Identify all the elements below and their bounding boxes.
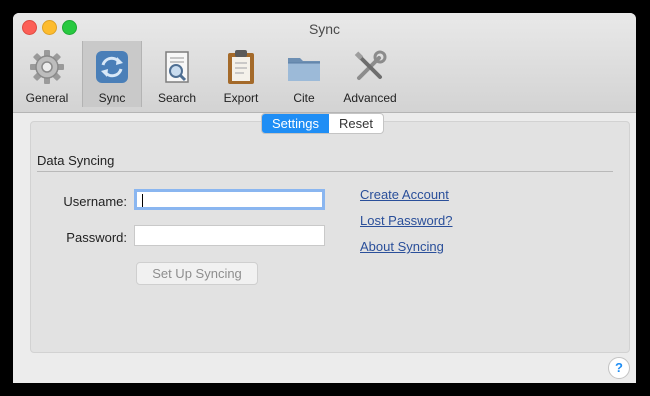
text-caret [142, 194, 143, 207]
help-button[interactable]: ? [608, 357, 630, 379]
toolbar-sync[interactable]: Sync [82, 41, 142, 107]
toolbar-search[interactable]: Search [148, 41, 206, 107]
section-divider [37, 171, 613, 172]
tab-reset[interactable]: Reset [329, 114, 383, 133]
username-label: Username: [63, 194, 127, 209]
toolbar-cite[interactable]: Cite [276, 41, 332, 107]
tab-control: Settings Reset [261, 113, 384, 134]
titlebar: Sync General Sync Search Export Cite Adv… [13, 13, 636, 113]
toolbar-general[interactable]: General [19, 41, 75, 107]
toolbar-general-label: General [25, 91, 69, 105]
folder-icon [288, 58, 320, 81]
section-title: Data Syncing [37, 153, 115, 168]
tab-settings[interactable]: Settings [262, 114, 329, 133]
about-syncing-link[interactable]: About Syncing [360, 239, 444, 254]
lost-password-link[interactable]: Lost Password? [360, 213, 453, 228]
create-account-link[interactable]: Create Account [360, 187, 449, 202]
toolbar-search-label: Search [157, 91, 197, 105]
gear-icon [30, 50, 64, 84]
username-field[interactable] [134, 189, 325, 210]
set-up-syncing-button[interactable]: Set Up Syncing [136, 262, 258, 285]
toolbar-cite-label: Cite [293, 91, 315, 105]
window-title: Sync [308, 21, 341, 37]
clipboard-icon [228, 50, 254, 84]
toolbar-sync-label: Sync [98, 91, 126, 105]
sync-icon [96, 51, 128, 83]
preferences-window: Sync General Sync Search Export Cite Adv… [13, 13, 636, 383]
password-field[interactable] [134, 225, 325, 246]
toolbar-advanced[interactable]: Advanced [339, 41, 401, 107]
toolbar-export-label: Export [223, 91, 259, 105]
toolbar-advanced-label: Advanced [343, 91, 397, 105]
search-document-icon [165, 51, 189, 83]
password-label: Password: [66, 230, 127, 245]
toolbar-export[interactable]: Export [213, 41, 269, 107]
tools-icon [354, 50, 387, 80]
